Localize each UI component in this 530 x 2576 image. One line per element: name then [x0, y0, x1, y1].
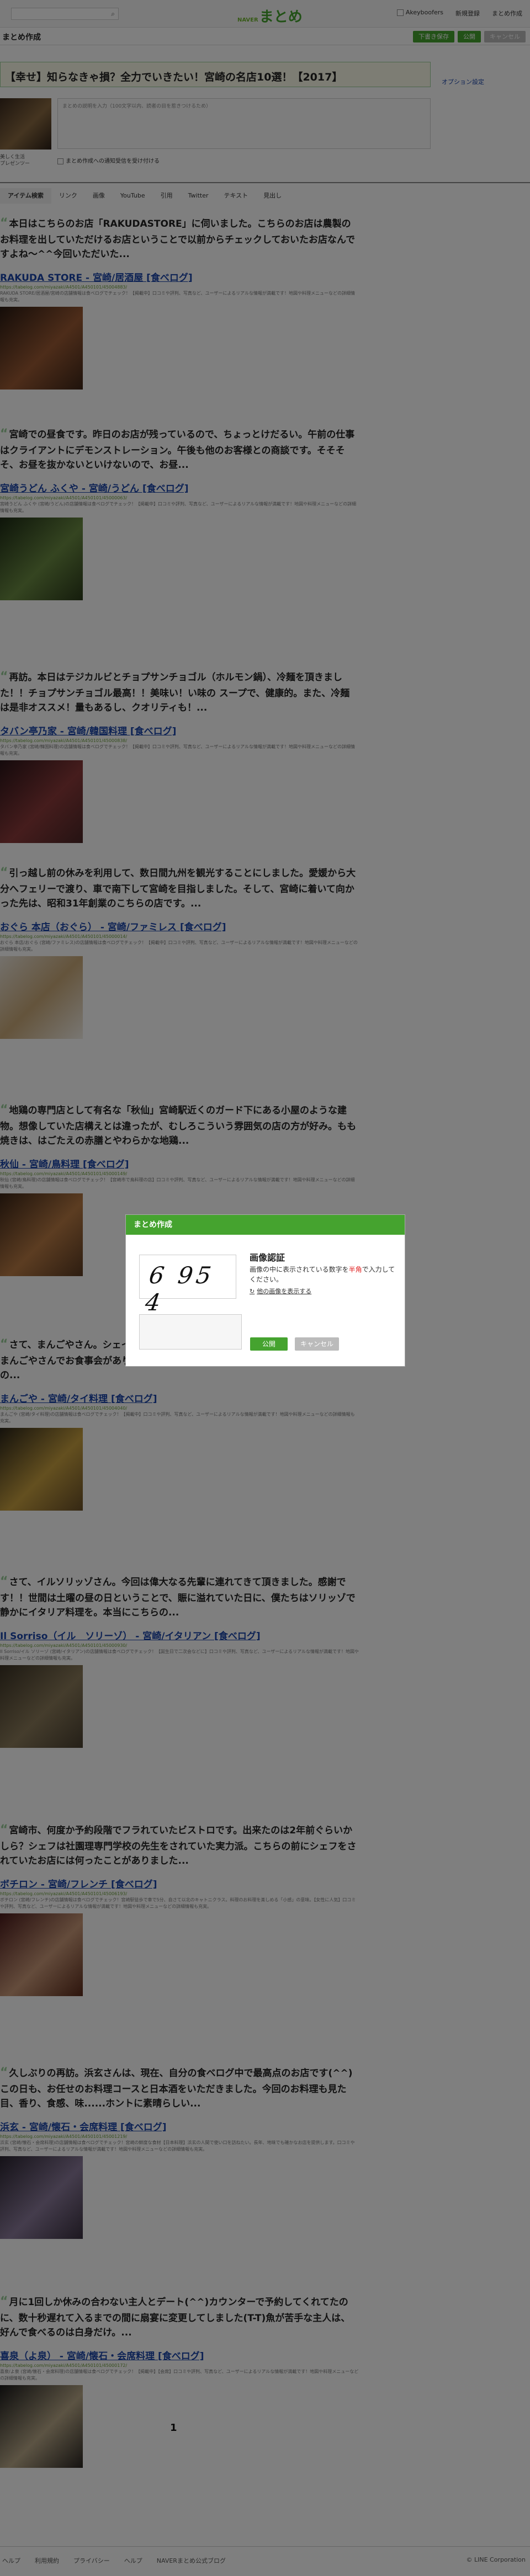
captcha-dialog: まとめ作成 6 95 4 画像認証 画像の中に表示されている数字を半角で入力して… [125, 1214, 405, 1367]
submit-button[interactable]: 公開 [250, 1337, 288, 1351]
captcha-image: 6 95 4 [139, 1255, 236, 1316]
dialog-description: 画像の中に表示されている数字を半角で入力してください。 [250, 1266, 395, 1283]
cancel-button[interactable]: キャンセル [295, 1337, 339, 1351]
refresh-icon: ↻ [250, 1288, 255, 1295]
reload-captcha-link[interactable]: ↻ 他の画像を表示する [250, 1287, 311, 1295]
captcha-input[interactable] [139, 1314, 242, 1350]
dialog-header: まとめ作成 [126, 1215, 405, 1235]
dialog-title: 画像認証 [250, 1252, 285, 1263]
